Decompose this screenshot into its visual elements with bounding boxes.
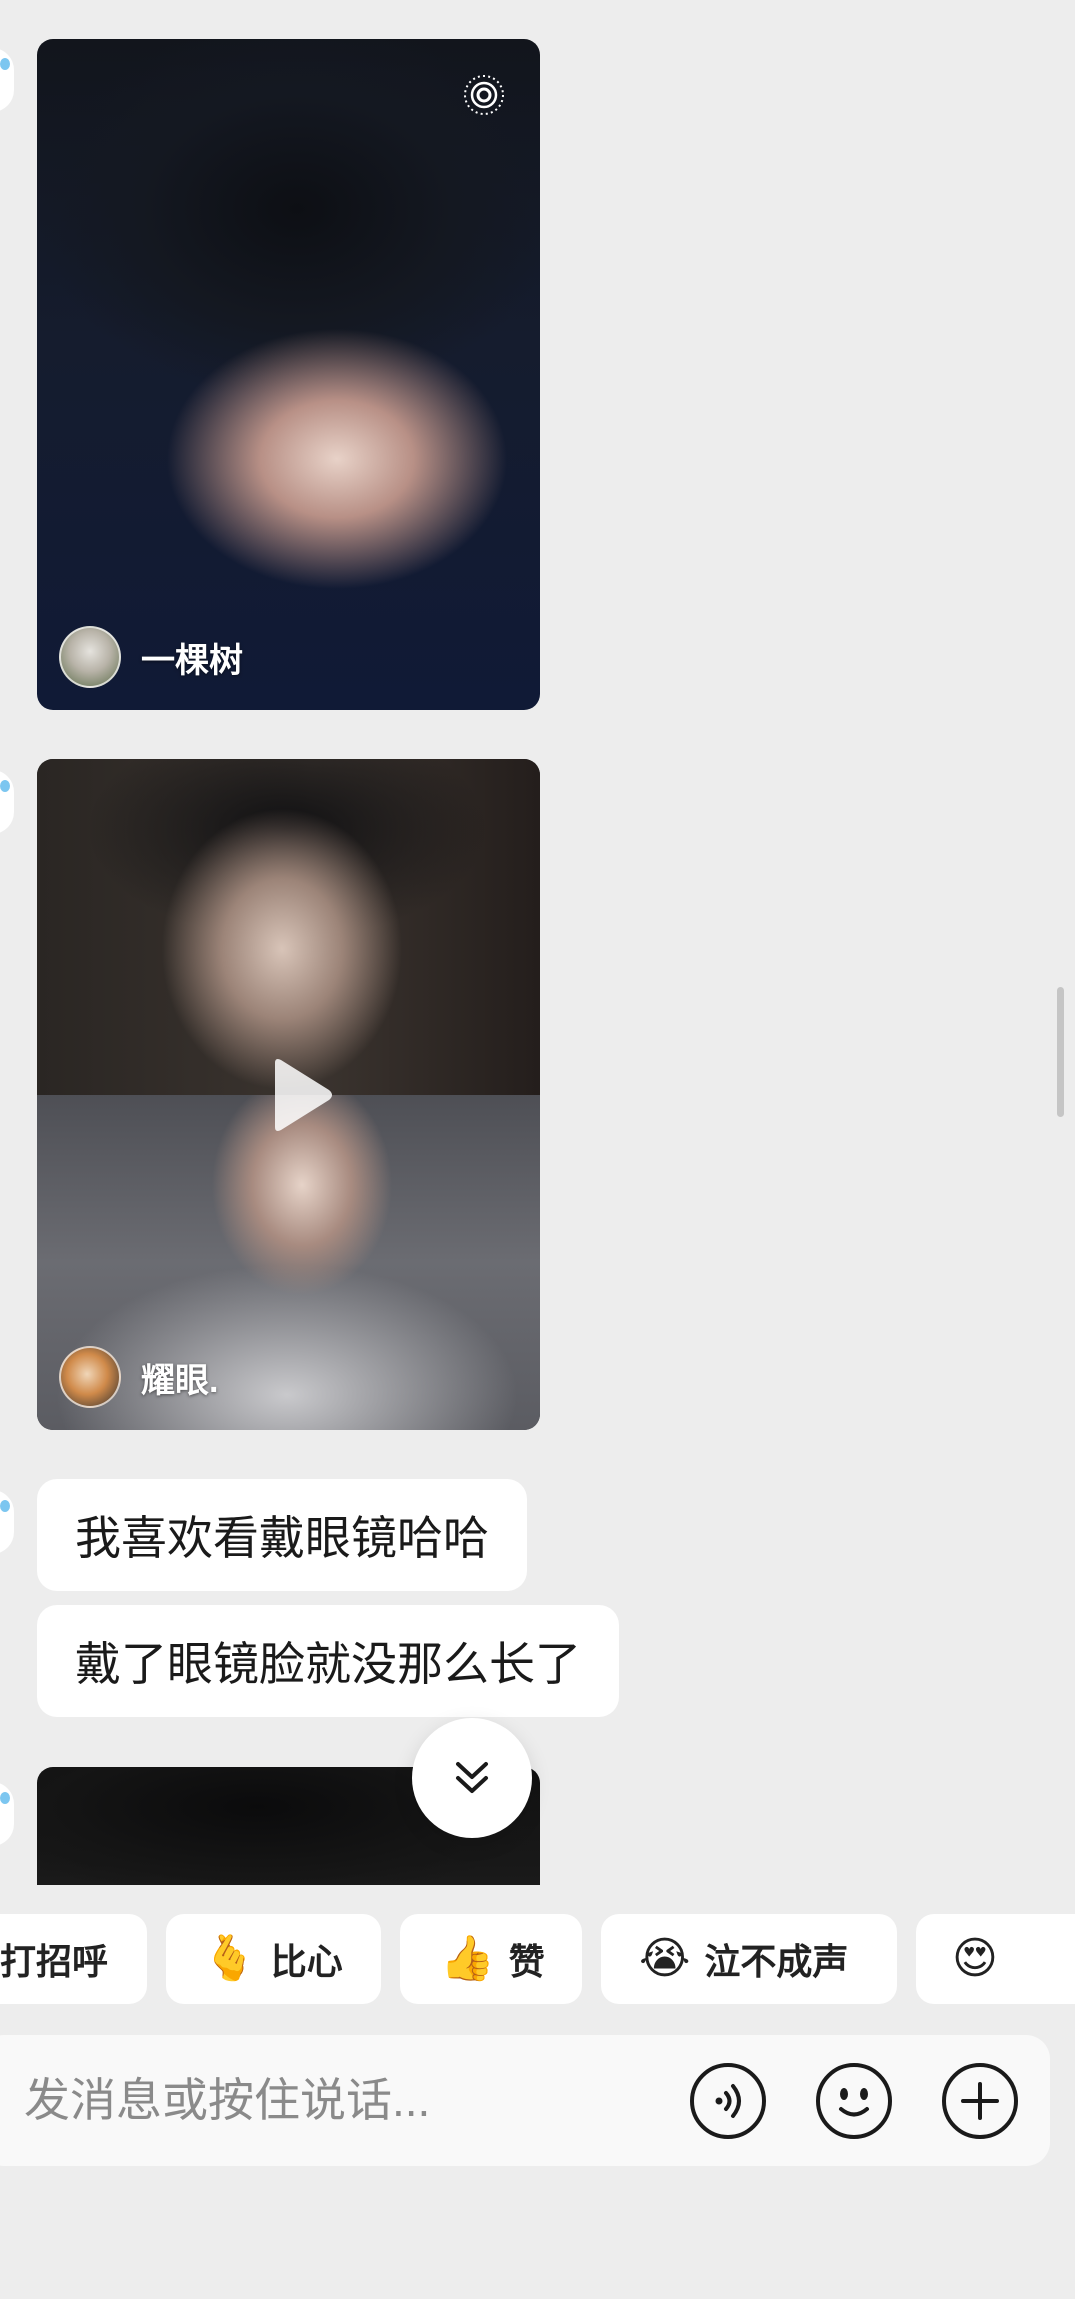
more-button[interactable] <box>941 2062 1019 2140</box>
quick-reply-greet[interactable]: 打招呼 <box>0 1914 147 2004</box>
quick-reply-label: 泣不成声 <box>704 1941 849 1982</box>
message-bubble[interactable]: 戴了眼镜脸就没那么长了 <box>37 1605 619 1717</box>
shared-photo-card[interactable]: 一棵树 <box>37 39 540 710</box>
heart-eyes-icon: 😍 <box>952 1934 998 1983</box>
sender-avatar[interactable] <box>0 48 14 112</box>
quick-reply-bar: 打招呼 🫰 比心 👍 赞 😭 泣不成声 😍 <box>0 1914 1075 2004</box>
play-icon[interactable] <box>265 1055 335 1135</box>
quick-reply-label: 打招呼 <box>0 1941 109 1982</box>
plus-icon <box>942 2063 1018 2139</box>
author-name: 一棵树 <box>141 641 243 680</box>
quick-reply-heart-eyes[interactable]: 😍 <box>916 1914 1075 2004</box>
quick-reply-crying[interactable]: 😭 泣不成声 <box>601 1914 897 2004</box>
author-avatar <box>59 1346 121 1408</box>
double-chevron-down-icon <box>456 1762 488 1793</box>
message-input[interactable]: 发消息或按住说话... <box>24 2035 430 2166</box>
thumbs-up-icon: 👍 <box>440 1934 495 1983</box>
sender-avatar[interactable] <box>0 770 14 834</box>
quick-reply-heart[interactable]: 🫰 比心 <box>166 1914 381 2004</box>
emoji-icon <box>816 2063 892 2139</box>
quick-reply-like[interactable]: 👍 赞 <box>400 1914 582 2004</box>
card-author: 耀眼. <box>59 1346 218 1408</box>
message-text: 戴了眼镜脸就没那么长了 <box>75 1638 581 1690</box>
sender-avatar[interactable] <box>0 1782 14 1846</box>
shared-video-card[interactable]: 耀眼. <box>37 759 540 1430</box>
crying-face-icon: 😭 <box>639 1934 691 1983</box>
voice-button[interactable] <box>689 2062 767 2140</box>
author-avatar <box>59 626 121 688</box>
scrollbar-thumb[interactable] <box>1057 987 1064 1117</box>
message-bubble[interactable]: 我喜欢看戴眼镜哈哈 <box>37 1479 527 1591</box>
quick-reply-label: 赞 <box>508 1941 545 1982</box>
finger-heart-icon: 🫰 <box>202 1934 257 1983</box>
scroll-to-bottom-button[interactable] <box>412 1718 532 1838</box>
card-author: 一棵树 <box>59 626 243 688</box>
quick-reply-label: 比心 <box>270 1941 343 1982</box>
voice-icon <box>690 2063 766 2139</box>
message-text: 我喜欢看戴眼镜哈哈 <box>75 1512 489 1564</box>
message-composer: 发消息或按住说话... <box>0 2035 1050 2166</box>
live-photo-icon <box>464 75 504 115</box>
sender-avatar[interactable] <box>0 1490 14 1554</box>
video-frame-top <box>37 759 540 1095</box>
author-name: 耀眼. <box>141 1361 219 1400</box>
emoji-button[interactable] <box>815 2062 893 2140</box>
